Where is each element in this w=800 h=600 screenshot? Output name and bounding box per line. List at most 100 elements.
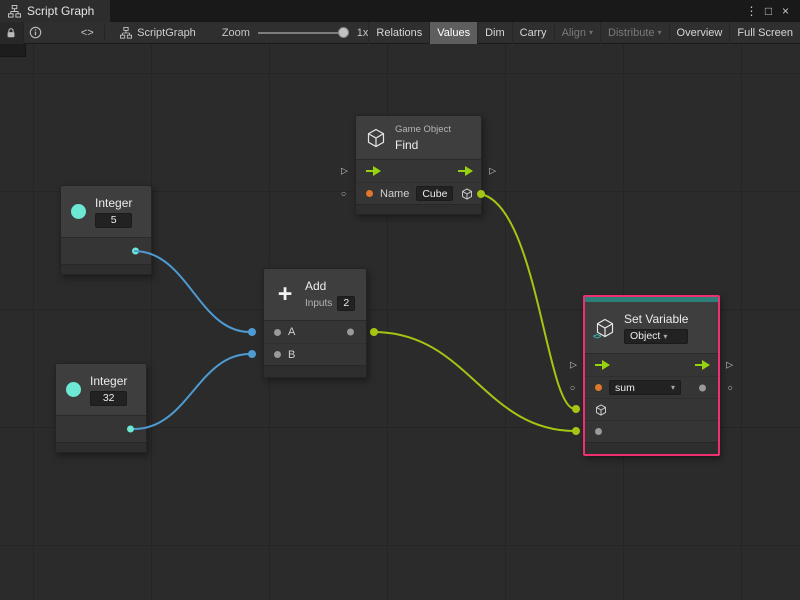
string-port-icon[interactable] — [366, 190, 373, 197]
flow-out-arrow-icon[interactable] — [458, 166, 473, 176]
unity-script-graph-window: Script Graph ⋮ □ × <> — [0, 0, 800, 600]
tab-title: Script Graph — [27, 4, 94, 18]
caret-down-icon: ▾ — [589, 28, 593, 37]
toolbar-buttons: Relations Values Dim Carry Align ▾ Distr… — [368, 22, 800, 44]
output-port-row — [61, 238, 151, 264]
flow-input-port[interactable]: ▷ — [341, 167, 348, 176]
value-input-row — [585, 420, 718, 442]
node-footer — [61, 264, 151, 274]
flow-output-port[interactable]: ▷ — [489, 167, 496, 176]
port-label: Name — [380, 188, 409, 200]
game-object-icon — [366, 128, 386, 148]
zoom-label: Zoom — [222, 27, 250, 39]
dim-button[interactable]: Dim — [477, 22, 512, 44]
flow-port-row: ▷ ▷ — [356, 160, 481, 182]
object-target-port-icon[interactable] — [595, 404, 607, 416]
port-endpoint — [572, 405, 580, 413]
input-a-row: A — [264, 321, 366, 343]
caret-down-icon: ▾ — [671, 383, 675, 392]
port-endpoint — [248, 350, 256, 358]
variable-name-dropdown[interactable]: sum ▾ — [609, 380, 681, 395]
port-label: A — [288, 326, 295, 338]
script-graph-icon — [8, 5, 21, 18]
set-variable-icon: <> — [595, 318, 615, 338]
align-button: Align ▾ — [554, 22, 600, 44]
sum-output-port[interactable] — [347, 329, 354, 336]
value-input-port[interactable] — [595, 428, 602, 435]
zoom-slider-handle[interactable] — [338, 27, 349, 38]
flow-in-arrow-icon[interactable] — [595, 360, 610, 370]
integer-output-port[interactable] — [127, 426, 134, 433]
inputs-label: Inputs — [305, 298, 332, 309]
node-title: Integer — [90, 374, 127, 388]
overview-button[interactable]: Overview — [669, 22, 730, 44]
game-object-output-icon[interactable] — [461, 188, 473, 200]
caret-down-icon: ▾ — [658, 28, 662, 37]
relations-button[interactable]: Relations — [368, 22, 429, 44]
variable-scope-dropdown[interactable]: Object ▾ — [624, 329, 688, 344]
inputs-count-field[interactable]: 2 — [337, 296, 355, 311]
carry-button[interactable]: Carry — [512, 22, 554, 44]
node-add[interactable]: + Add Inputs 2 A B — [263, 268, 367, 378]
integer-output-port[interactable] — [132, 248, 139, 255]
wire-find-to-setvariable-object[interactable] — [481, 194, 575, 409]
port-endpoint — [248, 328, 256, 336]
zoom-value: 1x — [357, 27, 369, 39]
breadcrumb[interactable]: ScriptGraph — [120, 27, 196, 39]
node-title: Find — [395, 138, 451, 152]
zoom-slider-fill — [258, 32, 342, 34]
input-b-port[interactable] — [274, 351, 281, 358]
wire-add-to-setvariable-value[interactable] — [374, 332, 575, 431]
variable-overlay-icon: <> — [593, 332, 600, 341]
zoom-slider[interactable] — [258, 22, 349, 44]
lock-icon — [5, 27, 17, 39]
tab-script-graph[interactable]: Script Graph — [0, 0, 110, 22]
name-input-port[interactable]: ○ — [341, 189, 346, 198]
node-find[interactable]: Game Object Find ▷ ▷ ○ Name Cube — [355, 115, 482, 215]
input-b-row: B — [264, 343, 366, 365]
port-endpoint — [370, 328, 378, 336]
value-output-port[interactable] — [699, 384, 706, 391]
canvas-corner-handle[interactable] — [0, 44, 26, 57]
edit-source-button[interactable]: <> — [75, 22, 99, 44]
flow-input-port[interactable]: ▷ — [570, 361, 577, 370]
distribute-button: Distribute ▾ — [600, 22, 668, 44]
node-set-variable[interactable]: <> Set Variable Object ▾ ▷ ▷ — [583, 295, 720, 456]
node-title: Set Variable — [624, 312, 688, 326]
node-footer — [56, 442, 146, 452]
output-port-row — [56, 416, 146, 442]
window-menu-icon[interactable]: ⋮ — [743, 4, 760, 18]
graph-canvas[interactable]: Integer 5 Integer 32 — [0, 44, 800, 600]
name-value-field[interactable]: Cube — [416, 186, 453, 201]
node-integer-b[interactable]: Integer 32 — [55, 363, 147, 453]
close-icon[interactable]: × — [777, 4, 794, 18]
inspect-button[interactable] — [24, 22, 48, 44]
input-a-port[interactable] — [274, 329, 281, 336]
wire-integer32-to-add-b[interactable] — [134, 354, 250, 429]
integer-icon — [66, 382, 81, 397]
value-output-outer-port[interactable]: ○ — [728, 383, 733, 392]
values-button[interactable]: Values — [429, 22, 477, 44]
port-label: B — [288, 349, 295, 361]
flow-out-arrow-icon[interactable] — [695, 360, 710, 370]
add-icon: + — [274, 282, 296, 307]
graph-asset-icon — [120, 27, 132, 39]
integer-value-field[interactable]: 5 — [95, 213, 132, 228]
port-endpoint — [572, 427, 580, 435]
maximize-icon[interactable]: □ — [760, 4, 777, 18]
lock-button[interactable] — [0, 22, 24, 44]
fullscreen-button[interactable]: Full Screen — [729, 22, 800, 44]
graph-toolbar: <> ScriptGraph Zoom 1x Relations — [0, 22, 800, 44]
node-title: Add — [305, 279, 355, 293]
toolbar-separator — [104, 25, 105, 40]
object-target-row — [585, 398, 718, 420]
node-title: Integer — [95, 196, 132, 210]
flow-in-arrow-icon[interactable] — [366, 166, 381, 176]
code-icon: <> — [81, 27, 94, 39]
flow-port-row: ▷ ▷ — [585, 354, 718, 376]
node-integer-a[interactable]: Integer 5 — [60, 185, 152, 275]
integer-value-field[interactable]: 32 — [90, 391, 127, 406]
flow-output-port[interactable]: ▷ — [726, 361, 733, 370]
string-port-icon[interactable] — [595, 384, 602, 391]
name-input-port[interactable]: ○ — [570, 383, 575, 392]
